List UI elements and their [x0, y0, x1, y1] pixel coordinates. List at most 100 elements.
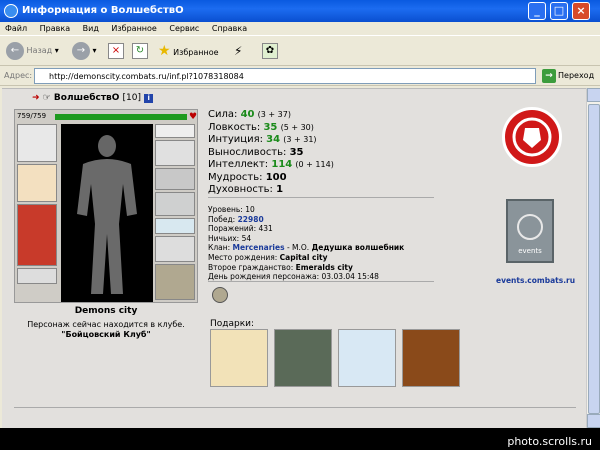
title-bar: Информация о ВолшебствО _ □ ×	[0, 0, 600, 22]
stat-label: Мудрость:	[208, 171, 263, 183]
back-button[interactable]: ← Назад ▾	[6, 39, 59, 63]
info-icon[interactable]: i	[144, 94, 154, 103]
window-title: Информация о ВолшебствО	[22, 5, 184, 16]
clan-emblem-icon[interactable]	[502, 107, 562, 167]
stat-row: Ловкость: 35 (5 + 30)	[208, 122, 334, 135]
shield-slot[interactable]	[155, 192, 195, 216]
second-label: Второе гражданство:	[208, 262, 294, 272]
detail-clan: Клан: Mercenaries - М.О. Дедушка волшебн…	[208, 243, 404, 253]
divider	[208, 281, 434, 282]
gift-card-green[interactable]	[274, 329, 332, 387]
stat-value: 1	[276, 184, 284, 195]
club-name: "Бойцовский Клуб"	[61, 330, 151, 339]
helmet-slot[interactable]	[17, 124, 57, 162]
gloves-slot[interactable]	[155, 168, 195, 190]
stat-row: Духовность: 1	[208, 184, 334, 197]
close-button[interactable]: ×	[572, 2, 590, 20]
menu-help[interactable]: Справка	[207, 22, 252, 33]
second-value: Emeralds city	[295, 262, 353, 272]
hp-row: 759/759 ♥	[17, 112, 198, 122]
sword-slot[interactable]	[155, 236, 195, 262]
belt-slot[interactable]	[17, 268, 57, 284]
watermark: photo.scrolls.ru	[507, 435, 592, 448]
armor-slot[interactable]	[17, 204, 57, 266]
menu-view[interactable]: Вид	[78, 22, 104, 33]
stat-value: 114	[271, 159, 293, 170]
gift-card-white[interactable]	[338, 329, 396, 387]
birthplace-value: Capital city	[279, 252, 328, 262]
minimize-button[interactable]: _	[528, 2, 546, 20]
go-button[interactable]: → Переход	[542, 69, 594, 83]
media-button[interactable]: ⚡	[234, 39, 242, 63]
gifts-label: Подарки:	[210, 319, 255, 329]
wins-value: 22980	[237, 214, 264, 224]
menu-tools[interactable]: Сервис	[164, 22, 204, 33]
vertical-scrollbar[interactable]	[586, 88, 600, 428]
stat-row: Сила: 40 (3 + 37)	[208, 109, 334, 122]
stat-label: Духовность:	[208, 184, 273, 195]
medal-icon[interactable]	[212, 287, 228, 303]
stop-button[interactable]: ×	[108, 39, 124, 63]
addon-button[interactable]: ✿	[262, 39, 278, 63]
stat-value: 40	[240, 109, 255, 120]
stop-icon: ×	[108, 42, 124, 59]
city-name: Demons city	[74, 306, 138, 316]
hp-bar	[55, 114, 187, 120]
handshake-icon: ☞	[42, 93, 51, 103]
stat-row: Интеллект: 114 (0 + 114)	[208, 159, 334, 172]
detail-second-citizenship: Второе гражданство: Emeralds city	[208, 263, 404, 273]
stat-value: 34	[266, 134, 281, 145]
favorites-button[interactable]: ★ Избранное	[158, 39, 219, 63]
hp-text: 759/759	[17, 112, 47, 120]
detail-wins: Побед: 22980	[208, 215, 404, 225]
address-bar: Адрес: http://demonscity.combats.ru/inf.…	[0, 66, 600, 86]
stat-row: Интуиция: 34 (3 + 31)	[208, 134, 334, 147]
stat-row: Мудрость: 100	[208, 172, 334, 185]
stat-label: Сила:	[208, 109, 238, 120]
back-label: Назад	[26, 46, 53, 55]
arrow-icon: ➜	[32, 93, 40, 103]
menu-edit[interactable]: Правка	[35, 22, 75, 33]
inventory-panel: 759/759 ♥	[14, 109, 198, 303]
scroll-thumb[interactable]	[588, 104, 600, 414]
events-banner-icon[interactable]: events	[506, 199, 554, 263]
scrolls-slot[interactable]	[155, 218, 195, 234]
toolbar: ← Назад ▾ → ▾ × ↻ ★ Избранное ⚡ ✿	[0, 36, 600, 66]
menu-bar: Файл Правка Вид Избранное Сервис Справка	[0, 22, 600, 36]
stat-label: Интуиция:	[208, 134, 263, 145]
forward-arrow-icon: →	[72, 41, 90, 60]
detail-birthplace: Место рождения: Capital city	[208, 253, 404, 263]
bracers-slot[interactable]	[155, 140, 195, 166]
scroll-up-button[interactable]	[587, 88, 600, 102]
detail-draws: Ничьих: 54	[208, 233, 252, 243]
boots-slot[interactable]	[155, 264, 195, 300]
banner-text: events	[518, 247, 542, 255]
menu-file[interactable]: Файл	[0, 22, 32, 33]
character-name[interactable]: ВолшебствО	[54, 93, 119, 103]
back-arrow-icon: ←	[6, 41, 24, 60]
club-text: Персонаж сейчас находится в клубе.	[27, 320, 185, 329]
wins-label: Побед:	[208, 214, 236, 224]
weapon-slot[interactable]	[17, 164, 57, 202]
forward-button[interactable]: → ▾	[72, 39, 97, 63]
ie-icon	[4, 4, 18, 18]
rings-slot[interactable]	[155, 124, 195, 138]
character-level: [10]	[122, 93, 142, 103]
maximize-button[interactable]: □	[550, 2, 568, 20]
url-input[interactable]: http://demonscity.combats.ru/inf.pl?1078…	[34, 68, 536, 84]
gift-lantern[interactable]	[210, 329, 268, 387]
club-status: Персонаж сейчас находится в клубе. "Бойц…	[6, 320, 206, 340]
heart-icon: ♥	[189, 112, 198, 122]
stat-value: 35	[263, 121, 278, 133]
stat-bonus: (0 + 114)	[295, 160, 334, 169]
clan-link[interactable]: Mercenaries	[233, 243, 285, 252]
address-label: Адрес:	[4, 71, 33, 80]
detail-level: Уровень: 10	[208, 205, 255, 214]
addon-icon: ✿	[262, 42, 278, 59]
refresh-button[interactable]: ↻	[132, 39, 148, 63]
menu-favorites[interactable]: Избранное	[106, 22, 161, 33]
scroll-down-button[interactable]	[587, 414, 600, 428]
gift-card-orange[interactable]	[402, 329, 460, 387]
stat-label: Выносливость:	[208, 146, 287, 158]
events-link[interactable]: events.combats.ru	[496, 276, 575, 285]
